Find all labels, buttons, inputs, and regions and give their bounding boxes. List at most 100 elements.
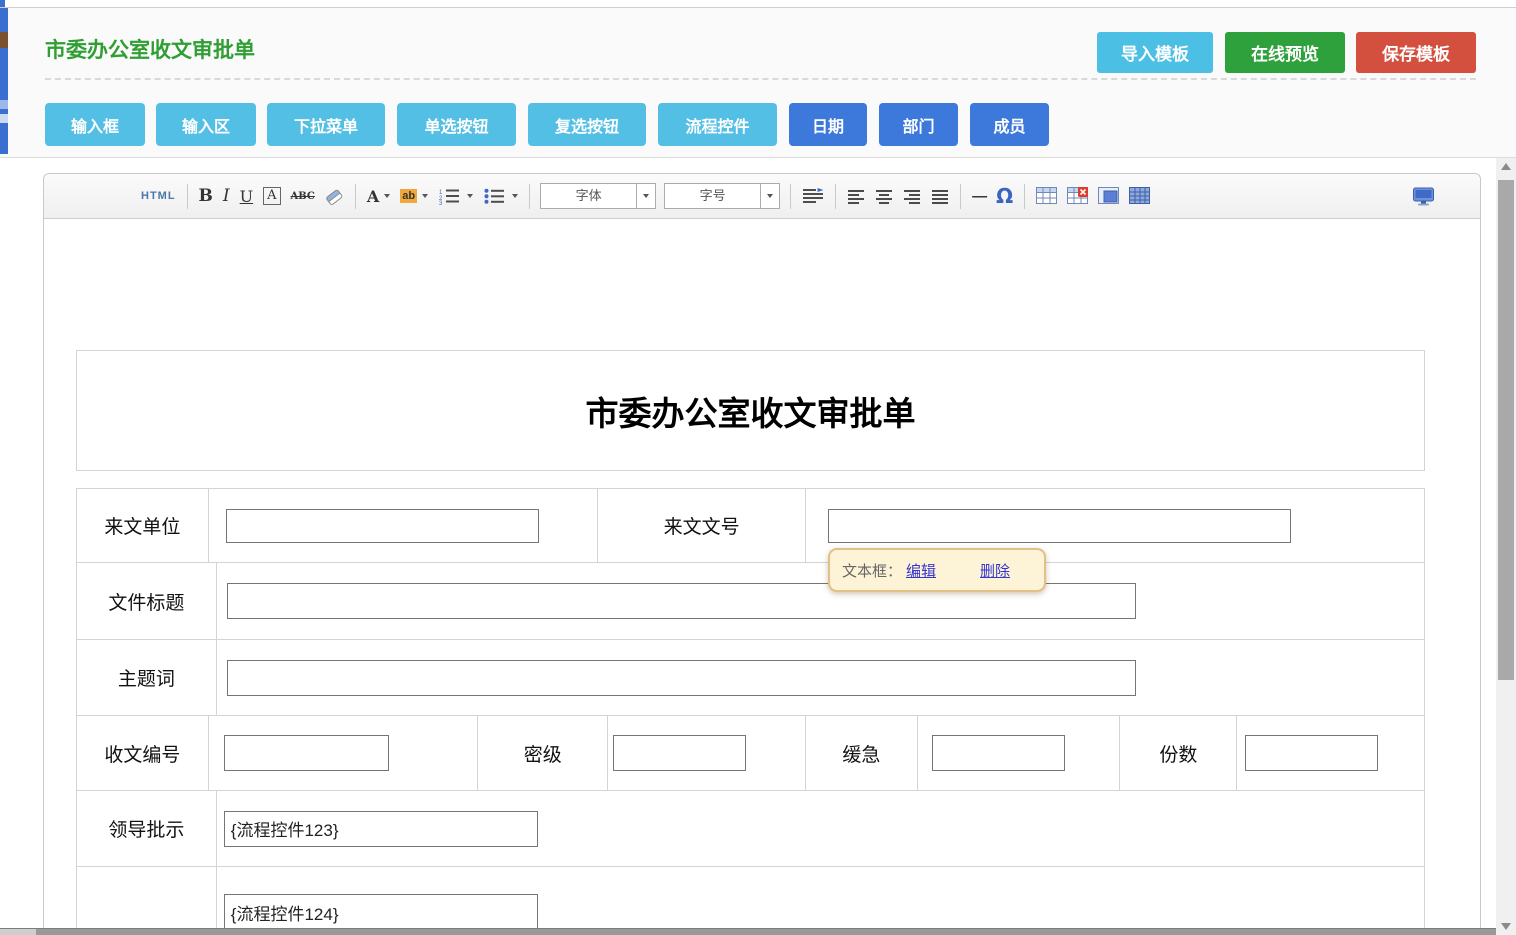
field-cell [608, 716, 806, 790]
scrollbar-thumb[interactable] [1498, 180, 1514, 680]
bold-button[interactable]: B [194, 181, 218, 211]
arrow-up-icon [1501, 163, 1511, 170]
import-template-button[interactable]: 导入模板 [1097, 32, 1213, 73]
fullscreen-monitor-icon [1412, 187, 1435, 206]
page-title: 市委办公室收文审批单 [45, 34, 255, 64]
widget-button-member[interactable]: 成员 [970, 103, 1049, 146]
widget-button-input-box[interactable]: 输入框 [45, 103, 145, 146]
highlight-color-button[interactable]: ab [395, 181, 433, 211]
source-unit-input[interactable] [226, 509, 539, 543]
receipt-number-input[interactable] [224, 735, 389, 771]
form-title: 市委办公室收文审批单 [586, 387, 916, 435]
left-edge-strip [0, 8, 8, 154]
arrow-down-icon [1501, 923, 1511, 930]
chevron-down-icon [422, 194, 428, 198]
secrecy-input[interactable] [613, 735, 746, 771]
form-row-doc-title: 文件标题 [77, 563, 1424, 640]
field-label-secrecy: 密级 [478, 716, 608, 790]
header-divider [45, 78, 1476, 80]
editor-content[interactable]: 市委办公室收文审批单 来文单位 来文文号 文件标题 [44, 219, 1480, 935]
align-right-icon [903, 189, 921, 204]
special-character-button[interactable]: Ω [991, 181, 1018, 211]
online-preview-button[interactable]: 在线预览 [1225, 32, 1345, 73]
merge-cells-button[interactable] [1093, 181, 1124, 211]
font-family-select[interactable]: 字体 [540, 183, 656, 209]
widget-button-input-area[interactable]: 输入区 [156, 103, 256, 146]
header-panel: 市委办公室收文审批单 导入模板 在线预览 保存模板 输入框 输入区 下拉菜单 单… [0, 7, 1516, 158]
subject-input[interactable] [227, 660, 1136, 696]
widget-button-department[interactable]: 部门 [879, 103, 958, 146]
align-right-button[interactable] [898, 181, 926, 211]
remove-format-button[interactable] [320, 181, 349, 211]
widget-button-date[interactable]: 日期 [789, 103, 867, 146]
table-properties-button[interactable] [1124, 181, 1155, 211]
copies-input[interactable] [1245, 735, 1378, 771]
font-style-icon: A [263, 187, 280, 205]
align-justify-button[interactable] [926, 181, 954, 211]
bottom-edge-corner [0, 929, 36, 935]
toolbar-separator [790, 184, 791, 209]
source-number-input[interactable] [828, 509, 1291, 543]
strikethrough-button[interactable]: ABC [286, 181, 320, 211]
delete-link[interactable]: 删除 [980, 560, 1010, 581]
source-code-button[interactable]: HTML [136, 181, 181, 211]
toolbar-separator [355, 184, 356, 209]
field-cell [1237, 716, 1424, 790]
widget-button-flow-control[interactable]: 流程控件 [658, 103, 777, 146]
widget-button-radio[interactable]: 单选按钮 [397, 103, 516, 146]
vertical-scrollbar[interactable] [1496, 158, 1516, 935]
field-label-copies: 份数 [1120, 716, 1237, 790]
form-title-box: 市委办公室收文审批单 [76, 350, 1425, 471]
select-arrow[interactable] [636, 184, 655, 208]
field-label-office-opinion: 办公室意 [77, 867, 217, 935]
rich-text-editor: HTML B I U A ABC A ab 1 2 [43, 173, 1481, 935]
font-size-select[interactable]: 字号 [664, 183, 780, 209]
form-row-numbers: 收文编号 密级 缓急 份数 [77, 716, 1424, 791]
align-left-icon [847, 189, 865, 204]
fullscreen-button[interactable] [1407, 181, 1440, 211]
scroll-down-button[interactable] [1496, 918, 1516, 935]
align-center-button[interactable] [870, 181, 898, 211]
bold-icon: B [199, 186, 213, 206]
ordered-list-button[interactable]: 1 2 3 [433, 181, 478, 211]
form-row-office-opinion: 办公室意 [77, 867, 1424, 935]
omega-icon: Ω [996, 184, 1013, 208]
horizontal-rule-button[interactable]: — [967, 181, 991, 211]
form-table: 来文单位 来文文号 文件标题 [76, 488, 1425, 935]
align-left-button[interactable] [842, 181, 870, 211]
select-arrow[interactable] [760, 184, 779, 208]
corner-fragment [0, 0, 5, 7]
office-opinion-input[interactable] [224, 894, 538, 930]
underline-icon: U [240, 187, 253, 206]
highlight-color-icon: ab [400, 189, 417, 203]
font-style-button[interactable]: A [258, 181, 285, 211]
form-row-leader-note: 领导批示 [77, 791, 1424, 867]
indent-button[interactable] [797, 181, 829, 211]
horizontal-rule-icon: — [972, 188, 986, 205]
svg-text:3: 3 [439, 201, 443, 205]
popover-label: 文本框： [842, 560, 902, 581]
edit-link[interactable]: 编辑 [906, 560, 936, 581]
save-template-button[interactable]: 保存模板 [1356, 32, 1476, 73]
italic-button[interactable]: I [218, 181, 235, 211]
bottom-window-edge [0, 928, 1496, 935]
urgency-input[interactable] [932, 735, 1065, 771]
font-size-value: 字号 [665, 184, 760, 208]
insert-table-button[interactable] [1031, 181, 1062, 211]
chevron-down-icon [643, 194, 649, 198]
textbox-property-popover: 文本框： 编辑 删除 [828, 548, 1046, 592]
toolbar-separator [529, 184, 530, 209]
left-strip-fragment [0, 114, 8, 123]
underline-button[interactable]: U [235, 181, 258, 211]
leader-note-input[interactable] [224, 811, 538, 847]
unordered-list-button[interactable] [478, 181, 523, 211]
indent-icon [802, 188, 824, 204]
scroll-up-button[interactable] [1496, 158, 1516, 175]
field-label-source-unit: 来文单位 [77, 489, 209, 562]
widget-button-checkbox[interactable]: 复选按钮 [528, 103, 646, 146]
widget-button-dropdown[interactable]: 下拉菜单 [267, 103, 385, 146]
field-label-leader-note: 领导批示 [77, 791, 217, 866]
italic-icon: I [223, 186, 230, 206]
text-color-button[interactable]: A [362, 181, 395, 211]
delete-table-button[interactable] [1062, 181, 1093, 211]
